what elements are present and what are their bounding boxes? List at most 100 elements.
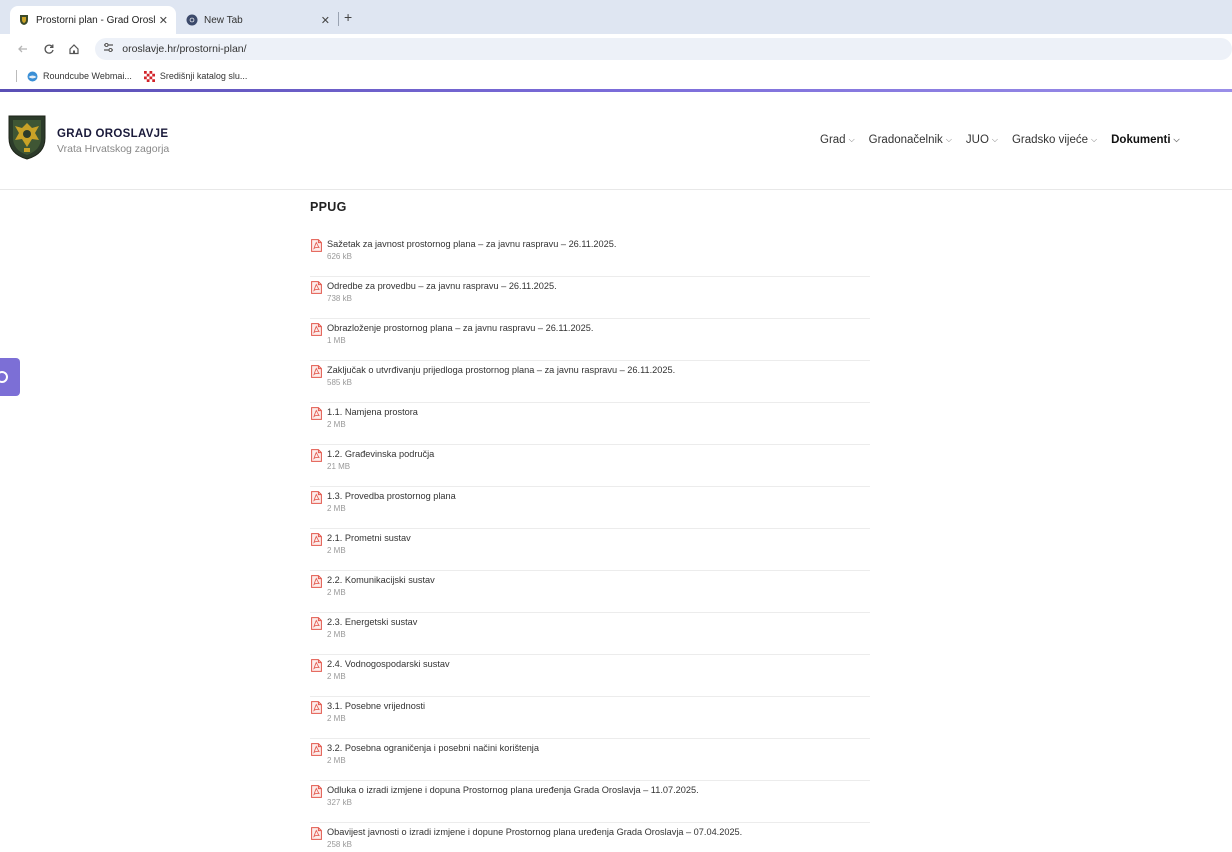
site-header: GRAD OROSLAVJE Vrata Hrvatskog zagorja G… — [0, 92, 1232, 190]
document-link[interactable]: 3.1. Posebne vrijednosti — [327, 701, 425, 711]
document-link[interactable]: 2.2. Komunikacijski sustav — [327, 575, 435, 585]
document-link[interactable]: Sažetak za javnost prostornog plana – za… — [327, 239, 616, 249]
tab-title: Prostorni plan - Grad Oroslavje — [36, 14, 155, 26]
site-settings-icon[interactable] — [103, 42, 114, 56]
document-list: Sažetak za javnost prostornog plana – za… — [310, 235, 870, 852]
bookmarks-bar: Roundcube Webmai... Središnji katalog sl… — [0, 64, 1232, 88]
main-navigation: Grad ⌵ Gradonačelnik ⌵ JUO ⌵ Gradsko vij… — [820, 134, 1194, 146]
section-title: PPUG — [310, 200, 347, 214]
document-size: 2 MB — [327, 714, 346, 723]
chevron-down-icon: ⌵ — [848, 135, 855, 144]
pdf-file-icon — [311, 491, 322, 504]
document-size: 258 kB — [327, 840, 352, 849]
chevron-down-icon: ⌵ — [1091, 135, 1098, 144]
nav-item-juo[interactable]: JUO ⌵ — [966, 134, 998, 146]
bookmark-label: Središnji katalog slu... — [159, 71, 248, 81]
document-item[interactable]: Zaključak o utvrđivanju prijedloga prost… — [310, 361, 870, 403]
nav-item-gradonacelnik[interactable]: Gradonačelnik ⌵ — [869, 134, 952, 146]
pdf-file-icon — [311, 239, 322, 252]
bookmarks-separator — [16, 70, 17, 82]
pdf-file-icon — [311, 449, 322, 462]
document-item[interactable]: Odredbe za provedbu – za javnu raspravu … — [310, 277, 870, 319]
document-item[interactable]: 2.3. Energetski sustav 2 MB — [310, 613, 870, 655]
pdf-file-icon — [311, 365, 322, 378]
document-link[interactable]: Obavijest javnosti o izradi izmjene i do… — [327, 827, 742, 837]
site-tagline: Vrata Hrvatskog zagorja — [57, 143, 170, 155]
close-tab-icon[interactable]: ✕ — [159, 14, 168, 27]
nav-item-label: Dokumenti — [1111, 134, 1171, 146]
accessibility-widget-button[interactable] — [0, 358, 20, 396]
crest-favicon-icon — [20, 15, 28, 25]
pdf-file-icon — [311, 533, 322, 546]
document-size: 2 MB — [327, 588, 346, 597]
nav-item-label: Grad — [820, 134, 846, 146]
document-size: 2 MB — [327, 630, 346, 639]
pdf-file-icon — [311, 659, 322, 672]
nav-item-dokumenti[interactable]: Dokumenti ⌵ — [1111, 134, 1180, 146]
pdf-file-icon — [311, 701, 322, 714]
chevron-down-icon: ⌵ — [1173, 135, 1180, 144]
document-size: 2 MB — [327, 546, 346, 555]
document-link[interactable]: Odredbe za provedbu – za javnu raspravu … — [327, 281, 557, 291]
bookmark-roundcube[interactable]: Roundcube Webmai... — [27, 71, 132, 82]
document-link[interactable]: 2.1. Prometni sustav — [327, 533, 411, 543]
pdf-file-icon — [311, 743, 322, 756]
document-size: 2 MB — [327, 756, 346, 765]
document-item[interactable]: 2.1. Prometni sustav 2 MB — [310, 529, 870, 571]
document-link[interactable]: 3.2. Posebna ograničenja i posebni način… — [327, 743, 539, 753]
tab-separator — [338, 12, 339, 26]
browser-tab-bar: Prostorni plan - Grad Oroslavje ✕ New Ta… — [0, 0, 1232, 34]
document-item[interactable]: 1.3. Provedba prostornog plana 2 MB — [310, 487, 870, 529]
pdf-file-icon — [311, 323, 322, 336]
chevron-down-icon: ⌵ — [991, 135, 998, 144]
document-item[interactable]: Obrazloženje prostornog plana – za javnu… — [310, 319, 870, 361]
document-link[interactable]: Zaključak o utvrđivanju prijedloga prost… — [327, 365, 675, 375]
document-link[interactable]: 2.4. Vodnogospodarski sustav — [327, 659, 450, 669]
address-bar[interactable]: oroslavje.hr/prostorni-plan/ — [95, 38, 1232, 60]
document-item[interactable]: 1.1. Namjena prostora 2 MB — [310, 403, 870, 445]
tab-new-tab[interactable]: New Tab ✕ — [178, 6, 338, 34]
url-text: oroslavje.hr/prostorni-plan/ — [122, 43, 247, 55]
document-link[interactable]: Obrazloženje prostornog plana – za javnu… — [327, 323, 593, 333]
reload-icon[interactable] — [38, 38, 60, 60]
document-size: 2 MB — [327, 420, 346, 429]
document-link[interactable]: Odluka o izradi izmjene i dopuna Prostor… — [327, 785, 699, 795]
nav-item-label: Gradsko vijeće — [1011, 134, 1089, 146]
nav-item-grad[interactable]: Grad ⌵ — [820, 134, 855, 146]
document-size: 585 kB — [327, 378, 352, 387]
accessibility-icon — [0, 371, 8, 383]
home-icon[interactable] — [64, 38, 86, 60]
pdf-file-icon — [311, 281, 322, 294]
document-item[interactable]: 3.2. Posebna ograničenja i posebni način… — [310, 739, 870, 781]
document-item[interactable]: 2.2. Komunikacijski sustav 2 MB — [310, 571, 870, 613]
tab-prostorni-plan[interactable]: Prostorni plan - Grad Oroslavje ✕ — [10, 6, 176, 34]
pdf-file-icon — [311, 575, 322, 588]
document-size: 738 kB — [327, 294, 352, 303]
new-tab-button[interactable]: + — [344, 9, 352, 25]
back-arrow-icon[interactable] — [12, 38, 34, 60]
pdf-file-icon — [311, 617, 322, 630]
coat-of-arms-logo[interactable] — [8, 114, 46, 160]
document-link[interactable]: 1.2. Građevinska područja — [327, 449, 434, 459]
document-link[interactable]: 1.3. Provedba prostornog plana — [327, 491, 456, 501]
nav-item-gradsko-vijece[interactable]: Gradsko vijeće ⌵ — [1012, 134, 1097, 146]
tab-title: New Tab — [204, 14, 243, 26]
document-item[interactable]: 2.4. Vodnogospodarski sustav 2 MB — [310, 655, 870, 697]
document-size: 327 kB — [327, 798, 352, 807]
document-link[interactable]: 2.3. Energetski sustav — [327, 617, 417, 627]
document-link[interactable]: 1.1. Namjena prostora — [327, 407, 418, 417]
bookmark-label: Roundcube Webmai... — [43, 71, 132, 81]
document-item[interactable]: 1.2. Građevinska područja 21 MB — [310, 445, 870, 487]
document-item[interactable]: Obavijest javnosti o izradi izmjene i do… — [310, 823, 870, 852]
bookmark-sredisnji-katalog[interactable]: Središnji katalog slu... — [143, 70, 248, 82]
document-item[interactable]: 3.1. Posebne vrijednosti 2 MB — [310, 697, 870, 739]
site-name[interactable]: GRAD OROSLAVJE — [57, 128, 168, 140]
close-tab-icon[interactable]: ✕ — [321, 14, 330, 27]
nav-item-label: JUO — [965, 134, 989, 146]
browser-toolbar: oroslavje.hr/prostorni-plan/ — [0, 34, 1232, 64]
document-item[interactable]: Odluka o izradi izmjene i dopuna Prostor… — [310, 781, 870, 823]
roundcube-icon — [27, 71, 38, 81]
document-item[interactable]: Sažetak za javnost prostornog plana – za… — [310, 235, 870, 277]
pdf-file-icon — [311, 785, 322, 798]
chrome-icon — [186, 14, 198, 26]
